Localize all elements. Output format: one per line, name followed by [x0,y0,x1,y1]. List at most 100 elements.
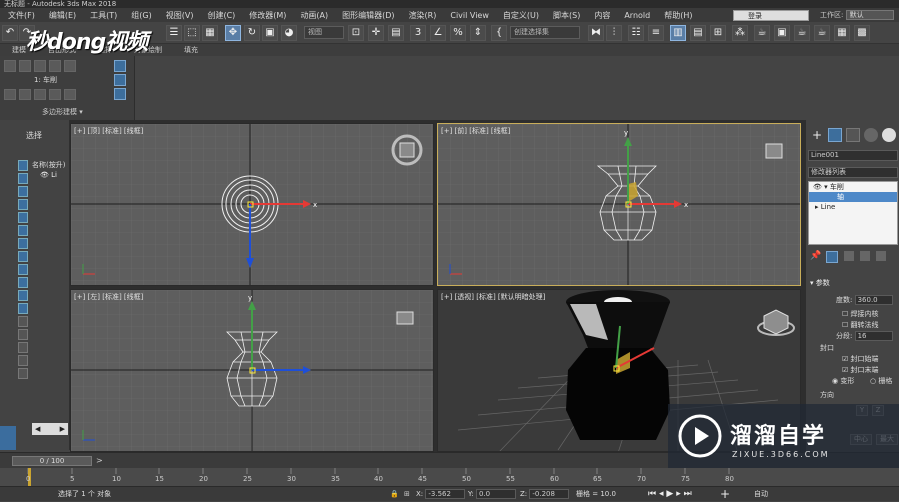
go-start-icon[interactable]: ⏮ [648,489,656,499]
ribbon-tool-icon[interactable] [4,89,16,100]
ribbon-tool-icon[interactable] [64,89,76,100]
workspace-selector[interactable]: 工作区: 默认 [820,10,894,21]
next-frame-icon[interactable]: > [96,456,103,465]
filter-icon[interactable] [18,264,28,275]
go-end-icon[interactable]: ⏭ [684,489,692,499]
toggle-ribbon-icon[interactable]: ▥ [670,25,686,41]
viewport-layout-icon[interactable] [0,426,16,450]
modifier-list-dropdown[interactable]: 修改器列表 [808,167,898,178]
viewport-front[interactable]: x y [+] [前] [标准] [线框] [437,123,801,286]
a360-icon[interactable]: ▩ [854,25,870,41]
auto-key-button[interactable]: 自动 [754,487,768,502]
time-slider-thumb[interactable]: 0 / 100 [12,456,92,466]
ribbon-tool-icon[interactable] [64,60,76,72]
rendered-frame-icon[interactable]: ▣ [774,25,790,41]
menu-create[interactable]: 创建(C) [207,10,235,21]
rotate-icon[interactable]: ↻ [244,25,260,41]
hierarchy-tab-icon[interactable] [846,128,860,142]
segments-field[interactable]: 16 [854,331,893,341]
next-key-icon[interactable]: ▸ [676,489,681,499]
grid-radio[interactable]: ○ 栅格 [870,376,892,386]
remove-modifier-icon[interactable] [860,251,870,261]
menu-edit[interactable]: 编辑(E) [49,10,76,21]
stack-item-line[interactable]: ▸ Line [809,202,897,212]
snaps-toggle-icon[interactable]: 3 [410,25,426,41]
pivot-center-icon[interactable]: ⊡ [348,25,364,41]
ribbon-tool-icon[interactable] [34,89,46,100]
viewcube-icon[interactable] [396,311,414,325]
ribbon-tool-icon[interactable] [19,60,31,72]
place-icon[interactable]: ◕ [281,25,297,41]
select-link-icon[interactable]: ☰ [166,25,182,41]
ribbon-side-icon[interactable] [114,60,126,72]
name-column-header[interactable]: 名称(按升) [32,160,65,170]
cap-end-checkbox[interactable]: ☑ 封口末端 [842,365,879,375]
select-region-icon[interactable]: ⬚ [184,25,200,41]
scene-item-line[interactable]: 👁 Li [40,171,57,179]
percent-snap-icon[interactable]: % [450,25,466,41]
render-iterative-icon[interactable]: ☕ [814,25,830,41]
filter-icon[interactable] [18,290,28,301]
workspace-value[interactable]: 默认 [845,10,894,20]
ribbon-panel-label[interactable]: 多边形建模 ▾ [42,107,83,117]
y-field[interactable]: 0.0 [475,489,516,499]
ribbon-tool-icon[interactable] [19,89,31,100]
x-field[interactable]: -3.562 [425,489,466,499]
curve-editor-icon[interactable]: ▤ [690,25,706,41]
cap-start-checkbox[interactable]: ☑ 封口始端 [842,354,879,364]
weld-core-checkbox[interactable]: ☐ 焊接内核 [842,309,879,319]
filter-icon[interactable] [18,225,28,236]
keyboard-shortcut-icon[interactable]: ▤ [388,25,404,41]
spinner-snap-icon[interactable]: ⇕ [470,25,486,41]
ribbon-tool-icon[interactable] [4,60,16,72]
menu-group[interactable]: 组(G) [131,10,151,21]
render-production-icon[interactable]: ☕ [794,25,810,41]
filter-icon[interactable] [18,342,28,353]
ribbon-tool-icon[interactable] [49,60,61,72]
mirror-icon[interactable]: ⧓ [588,25,604,41]
scene-explorer-pager[interactable]: ◀ ▶ [32,423,68,435]
ribbon-side-icon[interactable] [114,74,126,86]
pager-prev-icon[interactable]: ◀ [35,423,40,435]
viewport-perspective-label[interactable]: [+] [透视] [标准] [默认明暗处理] [441,292,545,302]
lock-selection-icon[interactable]: 🔒 [390,487,399,502]
filter-icon[interactable] [18,329,28,340]
degrees-field[interactable]: 360.0 [854,295,893,305]
scale-icon[interactable]: ▣ [262,25,278,41]
scene-explorer-icon[interactable]: ☷ [628,25,644,41]
morph-radio[interactable]: ◉ 变形 [832,376,854,386]
flip-normals-checkbox[interactable]: ☐ 翻转法线 [842,320,879,330]
stack-item-axis[interactable]: 轴 [809,192,897,202]
motion-tab-icon[interactable] [864,128,878,142]
create-tab-icon[interactable]: + [810,128,824,142]
track-bar[interactable]: 0 5 10 15 20 25 30 35 40 45 50 55 60 65 … [0,468,899,486]
menu-modifiers[interactable]: 修改器(M) [249,10,286,21]
ribbon-tool-icon[interactable] [34,60,46,72]
filter-icon[interactable] [18,199,28,210]
z-field[interactable]: -0.208 [529,489,570,499]
stack-item-lathe[interactable]: 👁 ▾ 车削 [809,182,897,192]
viewport-top-label[interactable]: [+] [顶] [标准] [线框] [74,126,143,136]
menu-graph-editors[interactable]: 图形编辑器(D) [342,10,394,21]
ribbon-side-icon[interactable] [114,88,126,100]
menu-file[interactable]: 文件(F) [8,10,35,21]
filter-icon[interactable] [18,173,28,184]
ribbon-tool-icon[interactable] [49,89,61,100]
named-selection-icon[interactable]: { [491,25,507,41]
configure-sets-icon[interactable] [876,251,886,261]
angle-snap-icon[interactable]: ∠ [430,25,446,41]
make-unique-icon[interactable] [844,251,854,261]
filter-icon[interactable] [18,316,28,327]
parameters-rollout[interactable]: ▾ 参数 [810,278,830,288]
menu-content[interactable]: 内容 [594,10,610,21]
filter-icon[interactable] [18,212,28,223]
display-tab-icon[interactable] [882,128,896,142]
object-name-field[interactable]: Line001 [808,150,898,161]
ribbon-tab-modeling[interactable]: 建模 [12,44,26,56]
modify-tab-icon[interactable] [828,128,842,142]
prev-frame-icon[interactable]: ◂ [659,489,664,499]
filter-icon[interactable] [18,186,28,197]
pin-stack-icon[interactable]: 📌 [810,251,821,261]
named-selection-sets[interactable]: 创建选择集 [510,26,580,39]
filter-icon[interactable] [18,368,28,379]
